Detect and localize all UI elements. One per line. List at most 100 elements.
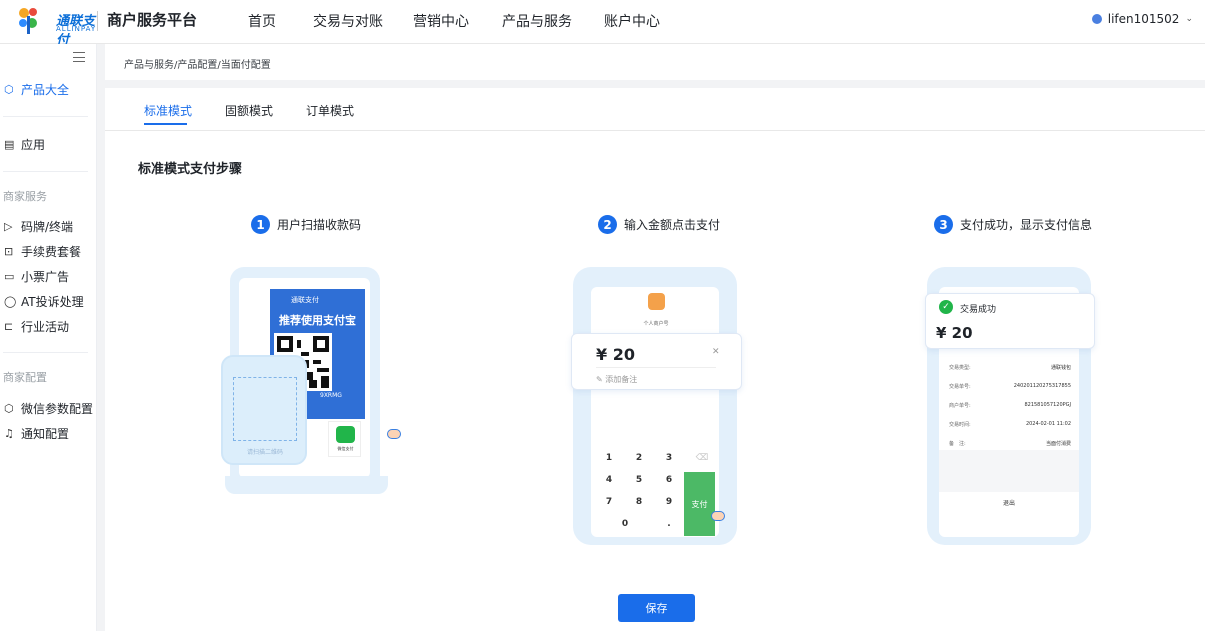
sidebar-item-products[interactable]: ⬡ 产品大全 — [4, 81, 69, 98]
amount-divider — [596, 367, 716, 368]
detail-value: 240201120275317855 — [1013, 383, 1071, 389]
nav-transactions[interactable]: 交易与对账 — [313, 11, 383, 31]
sidebar-divider — [3, 116, 88, 117]
tab-standard-mode[interactable]: 标准模式 — [144, 102, 192, 119]
sidebar-item-label: 行业活动 — [21, 320, 70, 334]
sidebar-item-notify-config[interactable]: ♫ 通知配置 — [4, 425, 69, 442]
platform-title: 商户服务平台 — [107, 11, 198, 29]
key: 3 — [665, 453, 673, 463]
receipt-icon: ▭ — [4, 270, 15, 283]
user-menu[interactable]: lifen101502 ⌄ — [1091, 12, 1193, 26]
sidebar-item-apps[interactable]: ▤ 应用 — [4, 136, 45, 153]
step-number: 1 — [251, 215, 270, 234]
allinpay-logo[interactable]: 通联支付 ALLINPAY — [14, 6, 97, 48]
nav-marketing[interactable]: 营销中心 — [413, 11, 469, 31]
poster-code: 9XRMG — [320, 392, 342, 399]
bell-icon: ♫ — [4, 427, 14, 440]
detail-key: 交易时间: — [949, 422, 971, 428]
sidebar-item-label: 微信参数配置 — [21, 402, 94, 416]
sidebar-item-receipt-ads[interactable]: ▭ 小票广告 — [4, 268, 69, 285]
check-icon: ✓ — [939, 300, 953, 314]
cart-icon: ⊏ — [4, 320, 14, 333]
sidebar-item-label: 手续费套餐 — [21, 245, 82, 259]
step-3: 3 支付成功，显示支付信息 — [934, 215, 1092, 234]
detail-key: 商户单号: — [949, 403, 971, 409]
sidebar-item-industry-events[interactable]: ⊏ 行业活动 — [4, 318, 69, 335]
pay-key: 支付 — [684, 472, 715, 536]
step-2: 2 输入金额点击支付 — [598, 215, 720, 234]
step-label: 支付成功，显示支付信息 — [960, 218, 1093, 232]
step-1: 1 用户扫描收款码 — [251, 215, 361, 234]
cube-icon: ⬡ — [4, 83, 14, 96]
paid-amount: ¥ 20 — [936, 324, 973, 342]
nav-home[interactable]: 首页 — [248, 11, 276, 31]
breadcrumb-bar: 产品与服务/产品配置/当面付配置 — [105, 44, 1205, 80]
detail-blank-area — [939, 450, 1079, 492]
key: 9 — [665, 497, 673, 507]
key: 1 — [605, 453, 613, 463]
main-panel: 标准模式 固额模式 订单模式 标准模式支付步骤 1 用户扫描收款码 2 输入金额… — [105, 88, 1205, 631]
menu-toggle-icon[interactable] — [73, 52, 85, 62]
header-divider — [97, 11, 98, 31]
sidebar-item-label: 应用 — [21, 138, 46, 152]
detail-key: 交易类型: — [949, 365, 971, 371]
clear-icon: ✕ — [712, 347, 720, 357]
scan-hint: 请扫描二维码 — [246, 449, 283, 456]
step-label: 用户扫描收款码 — [277, 218, 362, 232]
sidebar-item-label: 小票广告 — [21, 270, 70, 284]
scan-frame-icon — [233, 377, 297, 441]
sidebar-item-wechat-config[interactable]: ⬡ 微信参数配置 — [4, 400, 93, 417]
wechat-label: 微信支付 — [337, 446, 354, 451]
hand-icon — [387, 429, 401, 439]
user-avatar-icon — [1091, 14, 1102, 24]
step-label: 输入金额点击支付 — [624, 218, 721, 232]
save-button[interactable]: 保存 — [618, 594, 695, 622]
sidebar-item-complaints[interactable]: ◯ AT投诉处理 — [4, 293, 84, 310]
nav-products[interactable]: 产品与服务 — [502, 11, 572, 31]
wechat-icon — [336, 426, 355, 443]
key: 5 — [635, 475, 643, 485]
app-box-icon: ▤ — [4, 138, 15, 151]
key: 4 — [605, 475, 613, 485]
key: 7 — [605, 497, 613, 507]
merchant-account: 个人商户号 — [643, 321, 669, 327]
amount-card: ¥ 20 ✕ ✎ 添加备注 — [571, 333, 742, 390]
device-stand — [225, 476, 388, 494]
success-card: ✓ 交易成功 ¥ 20 — [925, 293, 1095, 349]
shield-icon: ◯ — [4, 295, 17, 308]
shop-icon — [648, 293, 665, 310]
detail-value: 821581057120PGJ — [1024, 402, 1071, 408]
sidebar-item-label: 通知配置 — [21, 427, 70, 441]
cube-icon: ⬡ — [4, 402, 14, 415]
detail-value: 当面付消费 — [1045, 441, 1071, 447]
sidebar-divider — [3, 352, 88, 353]
detail-value: 2024-02-01 11:02 — [1025, 421, 1071, 427]
detail-row: 交易类型: 通联钱包 — [949, 364, 1071, 371]
step-number: 3 — [934, 215, 953, 234]
tab-fixed-mode[interactable]: 固额模式 — [225, 102, 273, 119]
logo-mark-icon — [19, 8, 37, 34]
section-title: 标准模式支付步骤 — [138, 162, 243, 177]
note-field: ✎ 添加备注 — [596, 375, 638, 384]
key: 6 — [665, 475, 673, 485]
tab-order-mode[interactable]: 订单模式 — [306, 102, 354, 119]
key: . — [667, 519, 671, 529]
logo-sub: ALLINPAY — [56, 25, 97, 33]
detail-row: 交易时间: 2024-02-01 11:02 — [949, 421, 1071, 428]
key: 8 — [635, 497, 643, 507]
hand-icon — [711, 511, 725, 521]
nav-account[interactable]: 账户中心 — [604, 11, 660, 31]
sidebar-item-terminals[interactable]: ▷ 码牌/终端 — [4, 218, 73, 235]
terminal-icon: ▷ — [4, 220, 13, 233]
sidebar-item-fees[interactable]: ⊡ 手续费套餐 — [4, 243, 81, 260]
active-tab-indicator — [144, 123, 187, 125]
sidebar-section-merchant-config: 商家配置 — [3, 371, 47, 384]
sidebar-section-merchant-services: 商家服务 — [3, 190, 47, 203]
sidebar-item-label: AT投诉处理 — [21, 295, 84, 309]
wechat-pay-tile: 微信支付 — [328, 421, 361, 457]
key: 0 — [621, 519, 629, 529]
detail-key: 交易单号: — [949, 384, 971, 390]
note-label: 添加备注 — [605, 375, 638, 384]
detail-value: 通联钱包 — [1050, 365, 1071, 371]
detail-key: 备 注: — [949, 441, 966, 447]
